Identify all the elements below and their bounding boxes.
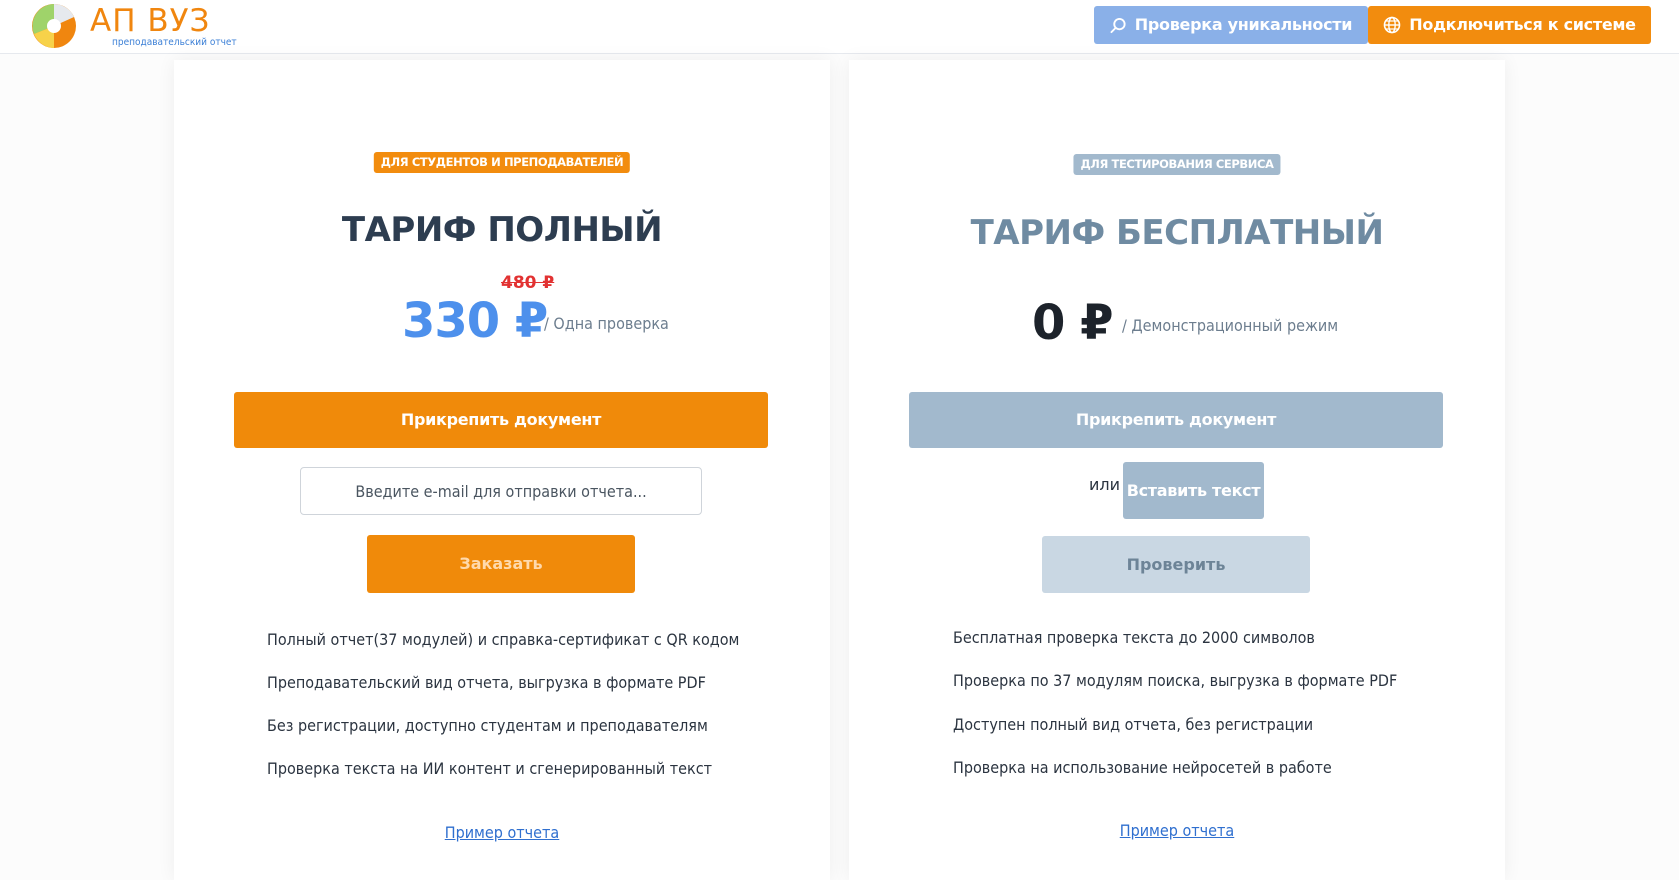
logo-icon <box>32 4 76 48</box>
feature-item: Бесплатная проверка текста до 2000 симво… <box>953 628 1315 647</box>
price-note: / Одна проверка <box>544 314 669 333</box>
plan-card-full: ДЛЯ СТУДЕНТОВ И ПРЕПОДАВАТЕЛЕЙ ТАРИФ ПОЛ… <box>174 60 830 880</box>
site-header: АП ВУЗ преподавательский отчет Проверка … <box>0 0 1679 54</box>
feature-item: Проверка текста на ИИ контент и сгенерир… <box>267 759 713 778</box>
plan-badge: ДЛЯ ТЕСТИРОВАНИЯ СЕРВИСА <box>1073 154 1281 175</box>
sample-report-link[interactable]: Пример отчета <box>849 821 1505 840</box>
price: 330 ₽ <box>402 293 548 349</box>
globe-icon <box>1383 16 1401 34</box>
connect-system-button[interactable]: Подключиться к системе <box>1368 6 1651 44</box>
search-icon <box>1110 17 1126 33</box>
sample-report-link[interactable]: Пример отчета <box>174 823 830 842</box>
attach-document-button[interactable]: Прикрепить документ <box>234 392 768 448</box>
order-button[interactable]: Заказать <box>367 535 635 593</box>
connect-system-label: Подключиться к системе <box>1409 15 1636 34</box>
price: 0 ₽ <box>1032 295 1114 351</box>
logo-subtitle: преподавательский отчет <box>112 37 237 48</box>
check-uniqueness-label: Проверка уникальности <box>1134 15 1353 34</box>
plan-title: ТАРИФ БЕСПЛАТНЫЙ <box>970 213 1384 253</box>
feature-item: Полный отчет(37 модулей) и справка-серти… <box>267 630 740 649</box>
feature-item: Проверка на использование нейросетей в р… <box>953 758 1332 777</box>
attach-document-button[interactable]: Прикрепить документ <box>909 392 1443 448</box>
price-note: / Демонстрационный режим <box>1122 316 1339 335</box>
feature-item: Преподавательский вид отчета, выгрузка в… <box>267 673 706 692</box>
plan-title: ТАРИФ ПОЛНЫЙ <box>341 210 663 250</box>
plan-card-free: ДЛЯ ТЕСТИРОВАНИЯ СЕРВИСА ТАРИФ БЕСПЛАТНЫ… <box>849 60 1505 880</box>
email-field[interactable] <box>300 467 702 515</box>
plan-badge: ДЛЯ СТУДЕНТОВ И ПРЕПОДАВАТЕЛЕЙ <box>373 152 631 173</box>
or-label: или <box>1089 475 1121 494</box>
old-price: 480 ₽ <box>501 273 555 293</box>
check-uniqueness-button[interactable]: Проверка уникальности <box>1094 6 1368 44</box>
feature-item: Доступен полный вид отчета, без регистра… <box>953 715 1314 734</box>
feature-item: Без регистрации, доступно студентам и пр… <box>267 716 708 735</box>
site-logo[interactable]: АП ВУЗ преподавательский отчет <box>30 2 237 50</box>
logo-title: АП ВУЗ <box>90 3 211 39</box>
insert-text-button[interactable]: Вставить текст <box>1123 462 1264 519</box>
feature-item: Проверка по 37 модулям поиска, выгрузка … <box>953 671 1398 690</box>
verify-button[interactable]: Проверить <box>1042 536 1310 593</box>
